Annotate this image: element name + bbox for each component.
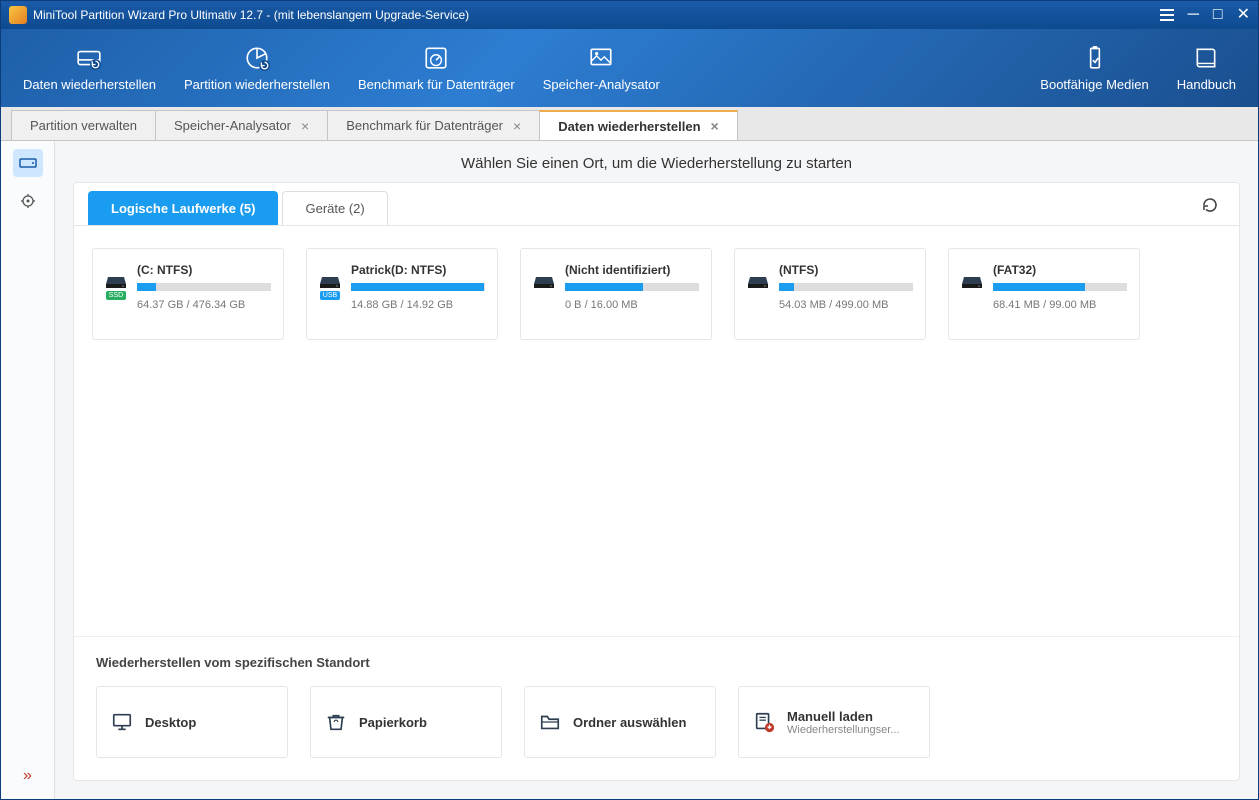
toolbar-label: Bootfähige Medien [1040, 77, 1148, 92]
pie-refresh-icon [244, 45, 270, 71]
drive-icon [534, 275, 554, 289]
drive-type-icon [961, 275, 983, 329]
drive-stats: 68.41 MB / 99.00 MB [993, 299, 1127, 311]
drive-icon [962, 275, 982, 289]
tab-partition-manage[interactable]: Partition verwalten [11, 110, 156, 140]
drive-stats: 64.37 GB / 476.34 GB [137, 299, 271, 311]
drive-stats: 14.88 GB / 14.92 GB [351, 299, 485, 311]
drive-stats: 54.03 MB / 499.00 MB [779, 299, 913, 311]
subtab-logical-drives[interactable]: Logische Laufwerke (5) [88, 191, 278, 225]
tab-benchmark[interactable]: Benchmark für Datenträger × [327, 110, 540, 140]
toolbar-label: Benchmark für Datenträger [358, 77, 515, 92]
toolbar-recover-partition[interactable]: Partition wiederherstellen [170, 37, 344, 100]
tab-label: Partition verwalten [30, 118, 137, 133]
specific-location-title: Wiederherstellen vom spezifischen Stando… [96, 655, 1217, 670]
toolbar-recover-data[interactable]: Daten wiederherstellen [9, 37, 170, 100]
option-select-folder[interactable]: Ordner auswählen [524, 686, 716, 758]
drive-name: Patrick(D: NTFS) [351, 263, 485, 277]
gauge-icon [423, 45, 449, 71]
usage-bar [565, 283, 699, 291]
monitor-icon [111, 711, 133, 733]
drive-stats: 0 B / 16.00 MB [565, 299, 699, 311]
tab-label: Speicher-Analysator [174, 118, 291, 133]
side-drives-icon[interactable] [13, 149, 43, 177]
toolbar-label: Partition wiederherstellen [184, 77, 330, 92]
drive-name: (Nicht identifiziert) [565, 263, 699, 277]
usage-bar [137, 283, 271, 291]
drive-name: (NTFS) [779, 263, 913, 277]
tab-close-icon[interactable]: × [301, 118, 309, 134]
tab-label: Daten wiederherstellen [558, 119, 700, 134]
toolbar-bootable-media[interactable]: Bootfähige Medien [1026, 37, 1162, 100]
drive-name: (FAT32) [993, 263, 1127, 277]
document-download-icon [753, 711, 775, 733]
subtab-devices[interactable]: Geräte (2) [282, 191, 387, 225]
drive-card[interactable]: SSD (C: NTFS) 64.37 GB / 476.34 GB [92, 248, 284, 340]
drive-icon [106, 275, 126, 289]
image-icon [588, 45, 614, 71]
option-label: Desktop [145, 715, 196, 730]
drive-type-icon [747, 275, 769, 329]
option-manual-load[interactable]: Manuell laden Wiederherstellungser... [738, 686, 930, 758]
usb-check-icon [1082, 45, 1108, 71]
subtab-label: Logische Laufwerke (5) [111, 201, 255, 216]
side-settings-icon[interactable] [13, 187, 43, 215]
minimize-button[interactable]: ─ [1188, 7, 1199, 23]
toolbar-space-analyzer[interactable]: Speicher-Analysator [529, 37, 674, 100]
close-button[interactable]: ✕ [1237, 7, 1250, 23]
toolbar-label: Speicher-Analysator [543, 77, 660, 92]
drive-card[interactable]: (NTFS) 54.03 MB / 499.00 MB [734, 248, 926, 340]
option-label: Ordner auswählen [573, 715, 686, 730]
drive-name: (C: NTFS) [137, 263, 271, 277]
menu-icon[interactable] [1160, 9, 1174, 21]
main-toolbar: Daten wiederherstellen Partition wiederh… [1, 29, 1258, 107]
tab-space-analyzer[interactable]: Speicher-Analysator × [155, 110, 328, 140]
toolbar-benchmark[interactable]: Benchmark für Datenträger [344, 37, 529, 100]
tab-close-icon[interactable]: × [711, 118, 719, 134]
refresh-icon[interactable] [1201, 196, 1219, 220]
side-panel: » [1, 141, 55, 799]
option-label: Manuell laden [787, 709, 900, 724]
option-label: Papierkorb [359, 715, 427, 730]
document-tabs: Partition verwalten Speicher-Analysator … [1, 107, 1258, 141]
toolbar-manual[interactable]: Handbuch [1163, 37, 1250, 100]
drive-type-icon [533, 275, 555, 329]
drive-type-icon: USB [319, 275, 341, 329]
titlebar: MiniTool Partition Wizard Pro Ultimativ … [1, 1, 1258, 29]
subtab-label: Geräte (2) [305, 201, 364, 216]
drive-icon [320, 275, 340, 289]
page-heading: Wählen Sie einen Ort, um die Wiederherst… [55, 141, 1258, 182]
drive-mode-tabs: Logische Laufwerke (5) Geräte (2) [74, 183, 1239, 226]
expand-panel-icon[interactable]: » [23, 767, 32, 785]
toolbar-label: Handbuch [1177, 77, 1236, 92]
tab-label: Benchmark für Datenträger [346, 118, 503, 133]
folder-icon [539, 711, 561, 733]
tab-recover-data[interactable]: Daten wiederherstellen × [539, 110, 738, 140]
drives-grid: SSD (C: NTFS) 64.37 GB / 476.34 GB USB Patri… [74, 226, 1239, 636]
trash-icon [325, 711, 347, 733]
drive-type-icon: SSD [105, 275, 127, 329]
option-sublabel: Wiederherstellungser... [787, 724, 900, 736]
drive-icon [748, 275, 768, 289]
drive-card[interactable]: USB Patrick(D: NTFS) 14.88 GB / 14.92 GB [306, 248, 498, 340]
usage-bar [779, 283, 913, 291]
disk-refresh-icon [76, 45, 102, 71]
drive-card[interactable]: (FAT32) 68.41 MB / 99.00 MB [948, 248, 1140, 340]
window-title: MiniTool Partition Wizard Pro Ultimativ … [33, 8, 1160, 22]
drive-card[interactable]: (Nicht identifiziert) 0 B / 16.00 MB [520, 248, 712, 340]
book-icon [1193, 45, 1219, 71]
toolbar-label: Daten wiederherstellen [23, 77, 156, 92]
tab-close-icon[interactable]: × [513, 118, 521, 134]
usage-bar [993, 283, 1127, 291]
option-desktop[interactable]: Desktop [96, 686, 288, 758]
usage-bar [351, 283, 485, 291]
option-recycle-bin[interactable]: Papierkorb [310, 686, 502, 758]
maximize-button[interactable]: □ [1213, 7, 1223, 23]
app-logo-icon [9, 6, 27, 24]
